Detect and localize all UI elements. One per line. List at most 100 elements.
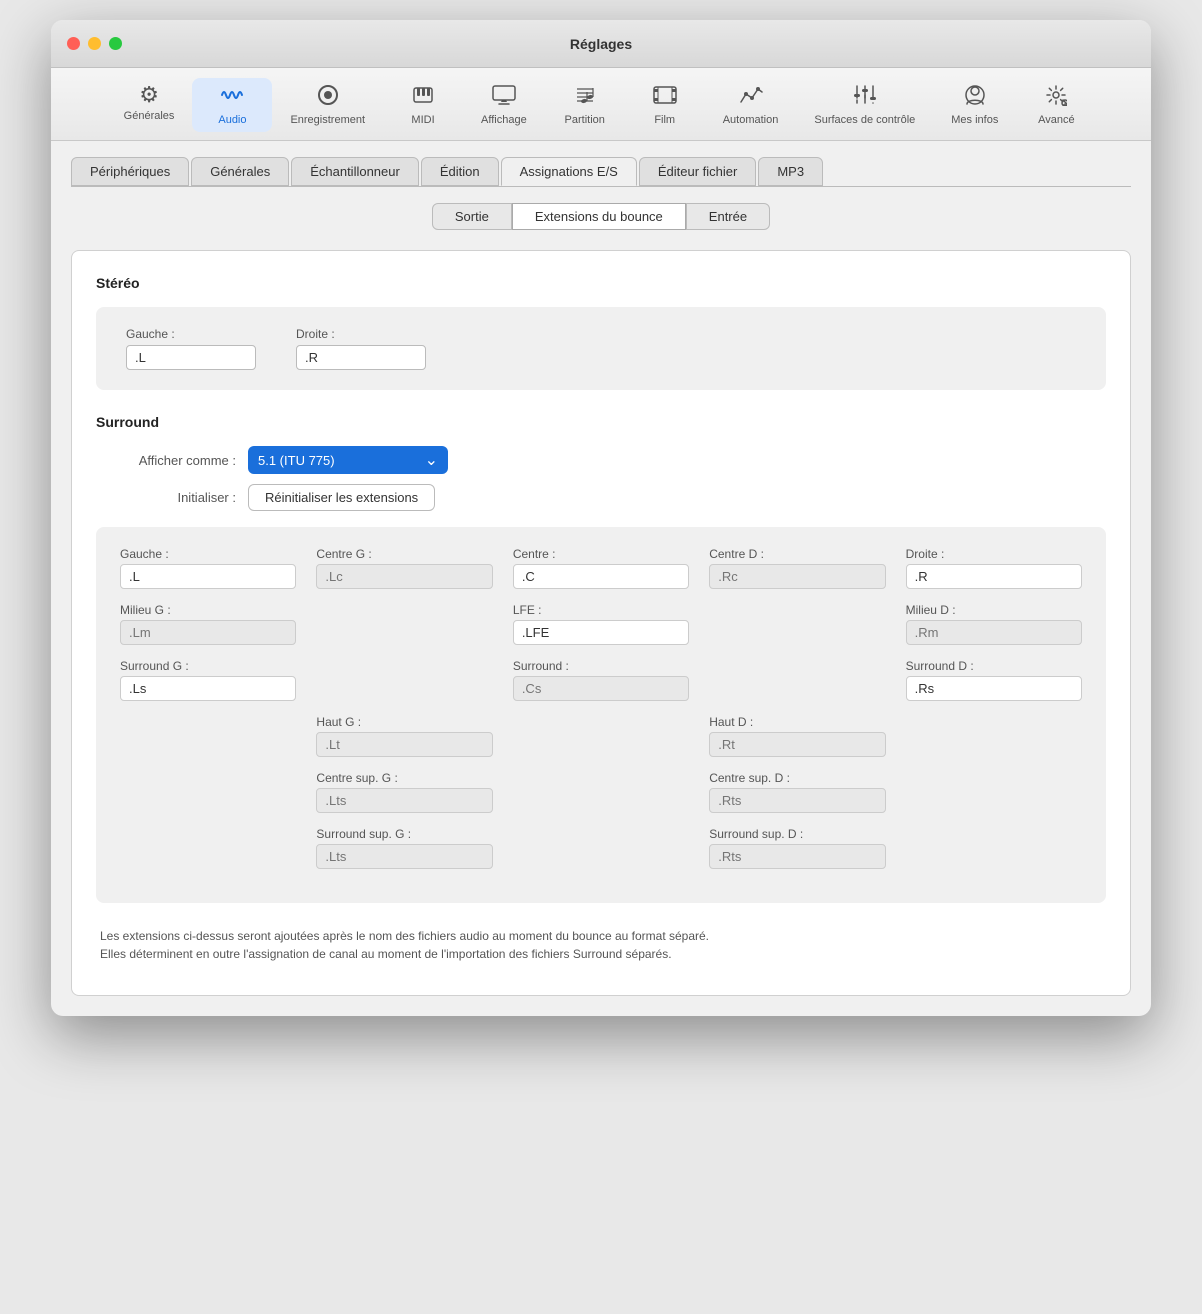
surround-hautG-input[interactable] (316, 732, 492, 757)
surround-hautG-label: Haut G : (316, 715, 492, 729)
surround-surroundG-label: Surround G : (120, 659, 296, 673)
stereo-right-label: Droite : (296, 327, 426, 341)
gear-icon: ⚙ (139, 84, 159, 106)
toolbar-label-surfaces: Surfaces de contrôle (814, 114, 915, 126)
stereo-section-title: Stéréo (96, 275, 1106, 291)
close-button[interactable] (67, 37, 80, 50)
toolbar-midi[interactable]: MIDI (383, 78, 463, 132)
surround-section-title: Surround (96, 414, 1106, 430)
surround-hautG-group: Haut G : (316, 715, 492, 757)
surround-lfe-label: LFE : (513, 603, 689, 617)
surround-surroundsupD-input[interactable] (709, 844, 885, 869)
surround-milieuG-group: Milieu G : (120, 603, 296, 645)
titlebar: Réglages (51, 20, 1151, 68)
surround-surroundG-input[interactable] (120, 676, 296, 701)
surround-surround-label: Surround : (513, 659, 689, 673)
surround-surroundD-input[interactable] (906, 676, 1082, 701)
subtab-entree[interactable]: Entrée (686, 203, 770, 230)
record-icon (317, 84, 339, 110)
reset-button[interactable]: Réinitialiser les extensions (248, 484, 435, 511)
toolbar-label-enregistrement: Enregistrement (290, 114, 365, 126)
surfaces-icon (852, 84, 878, 110)
toolbar-label-affichage: Affichage (481, 114, 527, 126)
content-area: Périphériques Générales Échantillonneur … (51, 141, 1151, 1016)
toolbar-affichage[interactable]: Affichage (463, 78, 545, 132)
surround-row-6: Surround sup. G : Surround sup. D : (120, 827, 1082, 869)
tab-assignations[interactable]: Assignations E/S (501, 157, 637, 186)
surround-surroundsupG-label: Surround sup. G : (316, 827, 492, 841)
user-icon (964, 84, 986, 110)
surround-surroundD-label: Surround D : (906, 659, 1082, 673)
surround-centsupG-input[interactable] (316, 788, 492, 813)
surround-row-3: Surround G : Surround : Surround D : (120, 659, 1082, 701)
surround-milieuD-input[interactable] (906, 620, 1082, 645)
toolbar-generales[interactable]: ⚙ Générales (106, 78, 193, 132)
surround-milieuD-group: Milieu D : (906, 603, 1082, 645)
toolbar-label-automation: Automation (723, 114, 779, 126)
toolbar: ⚙ Générales Audio Enregistrement (51, 68, 1151, 141)
audio-icon (220, 84, 244, 110)
surround-gauche-group: Gauche : (120, 547, 296, 589)
tab-generales[interactable]: Générales (191, 157, 289, 186)
maximize-button[interactable] (109, 37, 122, 50)
automation-icon (738, 84, 764, 110)
afficher-value: 5.1 (ITU 775) (258, 453, 335, 468)
surround-hautD-input[interactable] (709, 732, 885, 757)
surround-milieuG-label: Milieu G : (120, 603, 296, 617)
tab-peripheriques[interactable]: Périphériques (71, 157, 189, 186)
surround-centreg-input[interactable] (316, 564, 492, 589)
surround-centsupG-group: Centre sup. G : (316, 771, 492, 813)
toolbar-enregistrement[interactable]: Enregistrement (272, 78, 383, 132)
main-tabs: Périphériques Générales Échantillonneur … (71, 157, 1131, 187)
toolbar-label-midi: MIDI (411, 114, 434, 126)
surround-surroundsupD-label: Surround sup. D : (709, 827, 885, 841)
toolbar-partition[interactable]: Partition (545, 78, 625, 132)
surround-lfe-input[interactable] (513, 620, 689, 645)
stereo-left-input[interactable] (126, 345, 256, 370)
surround-centre-label: Centre : (513, 547, 689, 561)
surround-centre-input[interactable] (513, 564, 689, 589)
tab-editeur[interactable]: Éditeur fichier (639, 157, 756, 186)
subtabs: Sortie Extensions du bounce Entrée (71, 203, 1131, 230)
surround-surroundD-group: Surround D : (906, 659, 1082, 701)
surround-droite-input[interactable] (906, 564, 1082, 589)
tab-mp3[interactable]: MP3 (758, 157, 823, 186)
surround-centred-label: Centre D : (709, 547, 885, 561)
toolbar-label-partition: Partition (565, 114, 605, 126)
tab-edition[interactable]: Édition (421, 157, 499, 186)
toolbar-surfaces[interactable]: Surfaces de contrôle (796, 78, 933, 132)
toolbar-automation[interactable]: Automation (705, 78, 797, 132)
minimize-button[interactable] (88, 37, 101, 50)
stereo-right-input[interactable] (296, 345, 426, 370)
subtab-sortie[interactable]: Sortie (432, 203, 512, 230)
main-panel: Stéréo Gauche : Droite : Surround Affich… (71, 250, 1131, 996)
toolbar-audio[interactable]: Audio (192, 78, 272, 132)
toolbar-avance[interactable]: Avancé (1016, 78, 1096, 132)
surround-surroundsupG-input[interactable] (316, 844, 492, 869)
surround-milieuG-input[interactable] (120, 620, 296, 645)
midi-icon (412, 84, 434, 110)
window-title: Réglages (570, 36, 632, 52)
surround-centsupD-input[interactable] (709, 788, 885, 813)
surround-hautD-label: Haut D : (709, 715, 885, 729)
surround-centred-group: Centre D : (709, 547, 885, 589)
stereo-right-group: Droite : (296, 327, 426, 370)
toolbar-film[interactable]: Film (625, 78, 705, 132)
stereo-fields: Gauche : Droite : (96, 307, 1106, 390)
surround-centsupD-label: Centre sup. D : (709, 771, 885, 785)
surround-centred-input[interactable] (709, 564, 885, 589)
tab-echantillonneur[interactable]: Échantillonneur (291, 157, 419, 186)
surround-row-2: Milieu G : LFE : Milieu D : (120, 603, 1082, 645)
toolbar-label-mesinfos: Mes infos (951, 114, 998, 126)
afficher-label: Afficher comme : (96, 453, 236, 468)
surround-surround-input[interactable] (513, 676, 689, 701)
display-icon (491, 84, 517, 110)
toolbar-mesinfos[interactable]: Mes infos (933, 78, 1016, 132)
afficher-row: Afficher comme : 5.1 (ITU 775) ⌄ (96, 446, 1106, 474)
footer-note: Les extensions ci-dessus seront ajoutées… (96, 919, 1106, 971)
partition-icon (574, 84, 596, 110)
afficher-select[interactable]: 5.1 (ITU 775) ⌄ (248, 446, 448, 474)
window-controls (67, 37, 122, 50)
subtab-extensions[interactable]: Extensions du bounce (512, 203, 686, 230)
surround-gauche-input[interactable] (120, 564, 296, 589)
